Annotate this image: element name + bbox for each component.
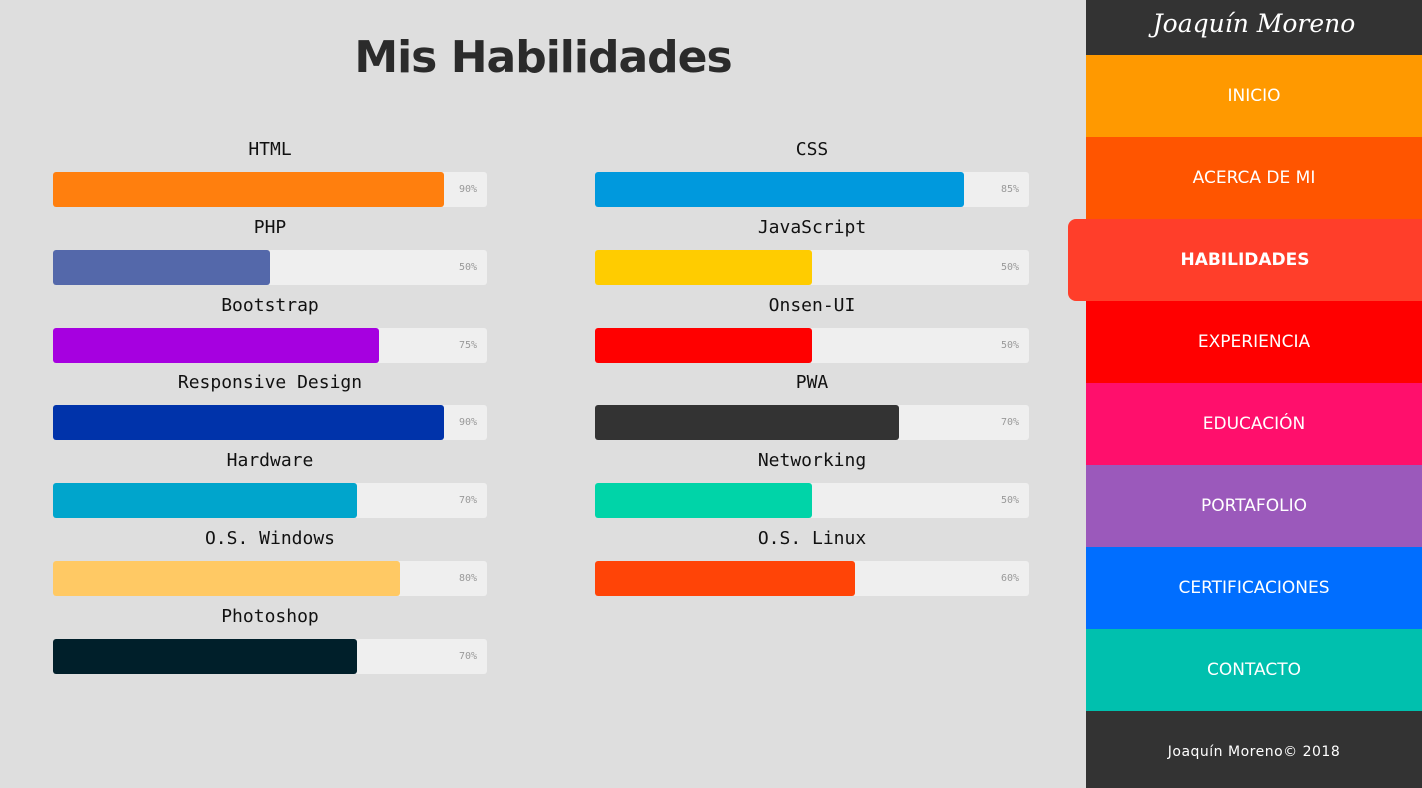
skill-name: PHP [253, 216, 287, 238]
skill-progress-track: 75% [53, 327, 487, 363]
skill-progress-fill [53, 172, 444, 207]
skill-progress-fill [53, 638, 357, 674]
sidebar-item-contacto[interactable]: CONTACTO [1086, 629, 1422, 711]
skill-name: PWA [795, 372, 829, 394]
skill-name: JavaScript [757, 216, 867, 238]
skill-name: Photoshop [221, 605, 319, 627]
footer-copyright: Joaquín Moreno© 2018 [1167, 744, 1341, 760]
sidebar-item-experiencia[interactable]: EXPERIENCIA [1086, 301, 1422, 383]
skill-progress-fill [53, 483, 357, 519]
skill-progress-track: 70% [595, 405, 1029, 441]
skill-progress-track: 70% [53, 638, 487, 674]
sidebar-item-acerca-de-mi[interactable]: ACERCA DE MI [1086, 137, 1422, 219]
skill-progress-fill [53, 561, 401, 596]
sidebar-item-habilidades[interactable]: HABILIDADES [1068, 219, 1422, 301]
skill-progress-fill [595, 172, 964, 207]
skill-name: O.S. Linux [757, 528, 867, 549]
skill-progress-fill [595, 561, 856, 596]
skill-item: Onsen-UI 50% [595, 295, 1029, 365]
sidebar-item-portafolio[interactable]: PORTAFOLIO [1086, 465, 1422, 547]
skill-item: Hardware 70% [53, 450, 487, 520]
skill-percent-label: 60% [1000, 573, 1019, 584]
skill-name: Responsive Design [177, 372, 363, 394]
skill-progress-track: 50% [595, 483, 1029, 519]
skill-item: Networking 50% [595, 450, 1029, 520]
skill-progress-track: 70% [53, 483, 487, 519]
skill-percent-label: 50% [1000, 339, 1019, 351]
skill-progress-fill [595, 405, 899, 441]
main-content: Mis Habilidades HTML 90% CSS 85% PHP 50% JavaS… [0, 0, 1086, 788]
page-title: Mis Habilidades [354, 32, 732, 83]
skill-percent-label: 75% [458, 339, 477, 351]
sidebar: Joaquín Moreno INICIO ACERCA DE MI HABILID… [1068, 0, 1422, 788]
skill-item: Responsive Design 90% [53, 372, 487, 442]
brand-logo[interactable]: Joaquín Moreno [1086, 0, 1422, 55]
sidebar-item-certificaciones[interactable]: CERTIFICACIONES [1086, 547, 1422, 629]
skill-item: JavaScript 50% [595, 217, 1029, 287]
skill-progress-track: 90% [53, 172, 487, 207]
skill-name: Onsen-UI [768, 294, 856, 316]
skill-percent-label: 90% [458, 184, 477, 195]
skill-percent-label: 80% [458, 573, 477, 584]
skill-percent-label: 85% [1000, 184, 1019, 195]
skill-name: Hardware [226, 450, 314, 472]
skill-percent-label: 50% [1000, 495, 1019, 507]
skill-progress-fill [595, 249, 812, 285]
skill-item: PHP 50% [53, 217, 487, 287]
skill-name: O.S. Windows [204, 528, 336, 549]
sidebar-item-educación[interactable]: EDUCACIÓN [1086, 383, 1422, 465]
skill-percent-label: 50% [458, 261, 477, 273]
skill-progress-fill [595, 483, 812, 519]
skill-progress-track: 50% [595, 327, 1029, 363]
skill-name: HTML [248, 139, 292, 160]
skill-progress-track: 60% [595, 561, 1029, 596]
skill-progress-track: 50% [595, 249, 1029, 285]
skill-item: PWA 70% [595, 372, 1029, 442]
skill-item: Bootstrap 75% [53, 295, 487, 365]
skill-name: Networking [757, 450, 867, 472]
skill-progress-fill [595, 327, 812, 363]
skill-progress-track: 85% [595, 172, 1029, 207]
skill-progress-track: 80% [53, 561, 487, 596]
skill-percent-label: 90% [458, 417, 477, 429]
skill-percent-label: 70% [458, 650, 477, 662]
skill-progress-fill [53, 249, 270, 285]
skill-item: O.S. Linux 60% [595, 528, 1029, 598]
skill-progress-fill [53, 327, 379, 363]
sidebar-item-inicio[interactable]: INICIO [1086, 55, 1422, 137]
skill-item: CSS 85% [595, 139, 1029, 209]
skill-progress-fill [53, 405, 444, 441]
skill-percent-label: 70% [458, 495, 477, 507]
skill-item: O.S. Windows 80% [53, 528, 487, 598]
skill-progress-track: 90% [53, 405, 487, 441]
skill-percent-label: 50% [1000, 261, 1019, 273]
skill-item: HTML 90% [53, 139, 487, 209]
skill-name: Bootstrap [221, 294, 319, 316]
skill-item: Photoshop 70% [53, 606, 487, 676]
skill-name: CSS [795, 139, 829, 160]
skill-progress-track: 50% [53, 249, 487, 285]
skill-percent-label: 70% [1000, 417, 1019, 429]
